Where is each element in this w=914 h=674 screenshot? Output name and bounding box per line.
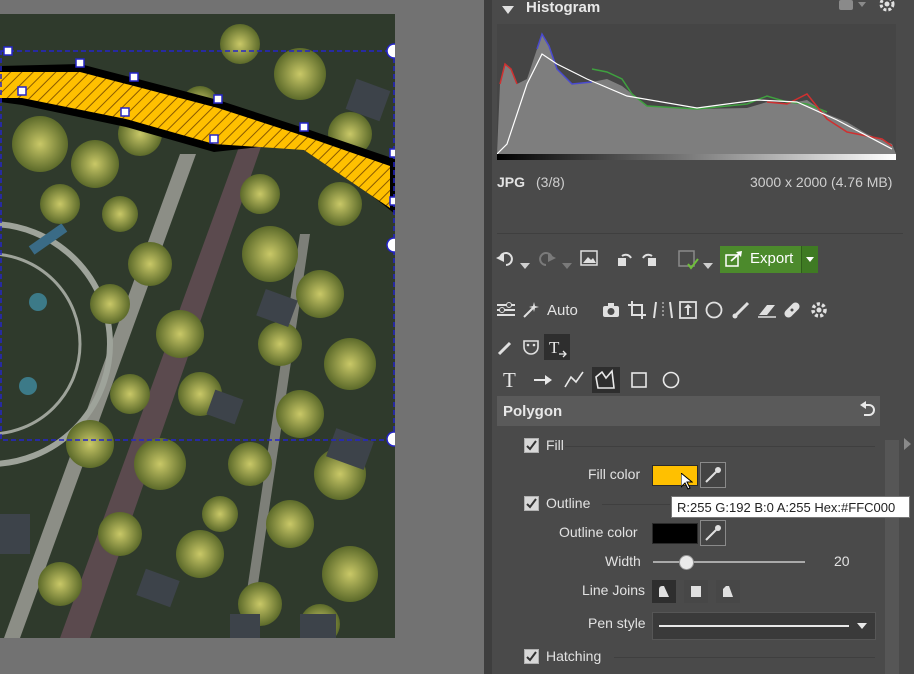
export-dropdown[interactable] — [801, 246, 818, 273]
eyedropper-icon — [705, 525, 721, 541]
circle-mask-icon[interactable] — [705, 301, 723, 324]
outline-eyedropper-button[interactable] — [700, 520, 726, 546]
reset-icon[interactable] — [858, 401, 876, 424]
face-mask-icon[interactable] — [522, 338, 540, 361]
color-tooltip: R:255 G:192 B:0 A:255 Hex:#FFC000 — [671, 496, 910, 518]
save-icon[interactable] — [678, 250, 700, 275]
join-bevel-button[interactable] — [716, 580, 740, 603]
undo-dropdown-icon[interactable] — [520, 256, 530, 274]
auto-label[interactable]: Auto — [547, 302, 578, 319]
ellipse-tool-icon[interactable] — [662, 371, 680, 394]
collapse-arrow-icon[interactable] — [502, 2, 514, 20]
fill-divider — [565, 446, 875, 447]
arrow-tool-icon[interactable] — [533, 372, 553, 393]
panel-scrollbar[interactable] — [885, 440, 899, 674]
hatching-divider — [614, 657, 875, 658]
rotate-left-icon[interactable] — [616, 250, 634, 273]
perspective-icon[interactable] — [653, 301, 673, 324]
divider — [497, 233, 903, 234]
settings-gear-icon[interactable] — [878, 0, 896, 18]
outline-divider — [602, 504, 670, 505]
expand-right-icon[interactable] — [903, 437, 911, 455]
redo-dropdown-icon[interactable] — [562, 256, 572, 274]
redo-icon[interactable] — [538, 250, 556, 273]
file-position: (3/8) — [536, 174, 565, 190]
rotate-right-icon[interactable] — [640, 250, 658, 273]
outline-color-swatch[interactable] — [652, 523, 698, 544]
aerial-photo — [0, 14, 395, 638]
crop-icon[interactable] — [628, 301, 646, 324]
panel-splitter[interactable] — [484, 0, 492, 674]
histogram-title: Histogram — [526, 0, 601, 16]
eyedropper-icon — [705, 467, 721, 483]
rectangle-tool-icon[interactable] — [631, 372, 647, 393]
image-dimensions: 3000 x 2000 (4.76 MB) — [750, 174, 893, 190]
width-label: Width — [605, 553, 641, 569]
file-format: JPG — [497, 174, 526, 190]
camera-icon[interactable] — [602, 302, 620, 323]
svg-text:T: T — [549, 338, 560, 357]
pen-style-select[interactable] — [652, 612, 876, 640]
join-miter-button[interactable] — [684, 580, 708, 603]
outline-label: Outline — [546, 495, 591, 511]
outline-color-label: Outline color — [559, 524, 638, 540]
outline-checkbox[interactable] — [524, 496, 539, 511]
eraser-icon[interactable] — [757, 301, 777, 324]
undo-icon[interactable] — [496, 250, 514, 273]
join-round-button[interactable] — [652, 580, 676, 603]
polygon-tool-button[interactable] — [592, 367, 620, 393]
fill-label: Fill — [546, 437, 564, 453]
fill-color-label: Fill color — [588, 466, 641, 482]
text-tool-icon[interactable]: T — [502, 368, 520, 395]
width-value[interactable]: 20 — [834, 553, 850, 569]
image-compare-icon[interactable] — [580, 250, 598, 271]
export-icon — [725, 251, 743, 272]
gear-icon[interactable] — [810, 301, 828, 324]
line-joins-label: Line Joins — [582, 582, 646, 598]
camera-dropdown-icon[interactable] — [838, 0, 868, 17]
pen-icon[interactable] — [497, 340, 513, 361]
svg-text:T: T — [503, 370, 516, 390]
adjustments-icon[interactable] — [497, 302, 515, 323]
healing-bandage-icon[interactable] — [783, 301, 801, 324]
pen-style-label: Pen style — [588, 615, 646, 631]
histogram-graph — [496, 24, 896, 160]
text-shapes-tool-button[interactable]: T — [544, 334, 570, 360]
auto-wand-icon[interactable] — [522, 301, 540, 324]
hatching-label: Hatching — [546, 648, 602, 664]
save-dropdown-icon[interactable] — [703, 256, 713, 274]
photo-illustration — [0, 14, 395, 638]
chevron-down-icon — [857, 623, 867, 629]
polyline-tool-icon[interactable] — [564, 370, 584, 393]
mouse-cursor-icon — [680, 471, 694, 496]
fill-checkbox[interactable] — [524, 438, 539, 453]
polygon-title: Polygon — [503, 403, 563, 420]
width-slider-track[interactable] — [653, 561, 805, 563]
hatching-checkbox[interactable] — [524, 649, 539, 664]
fill-eyedropper-button[interactable] — [700, 462, 726, 488]
export-label: Export — [750, 250, 794, 267]
brush-icon[interactable] — [732, 301, 750, 324]
frame-icon[interactable] — [679, 301, 697, 324]
